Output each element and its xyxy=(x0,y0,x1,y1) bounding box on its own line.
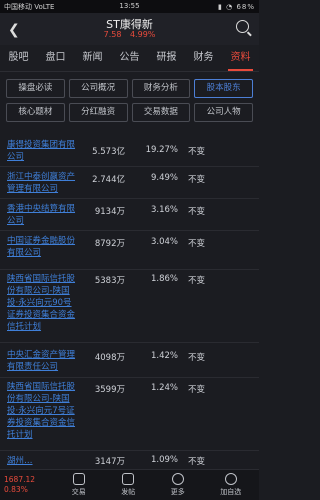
table-row[interactable]: 浙江中泰创赢资产管理有限公司 2.744亿 9.49% 不变 xyxy=(0,167,259,199)
trade-button[interactable]: 交易 xyxy=(72,473,86,497)
tab-announcements[interactable]: 公告 xyxy=(111,45,148,71)
clock: 13:55 xyxy=(119,2,140,10)
holder-amount: 3147万 xyxy=(94,457,125,467)
subtab-shareholders[interactable]: 股本股东 xyxy=(194,79,253,98)
holder-pct: 9.49% xyxy=(150,173,178,183)
holder-change: 不变 xyxy=(188,207,206,217)
add-watchlist-icon xyxy=(224,473,237,485)
stock-quote: 7.58 4.99% xyxy=(0,30,259,39)
holder-pct: 1.42% xyxy=(150,351,178,361)
holder-change: 不变 xyxy=(188,385,206,395)
subtab-dividends[interactable]: 分红融资 xyxy=(68,103,128,122)
post-label: 发帖 xyxy=(121,488,136,496)
table-row[interactable]: 中国证券金融股份有限公司 8792万 3.04% 不变 xyxy=(0,231,259,270)
subtab-company-overview[interactable]: 公司概况 xyxy=(68,79,128,98)
table-row[interactable]: 中央汇金资产管理有限责任公司 4098万 1.42% 不变 xyxy=(0,343,259,378)
holder-name[interactable]: 康得投资集团有限公司 xyxy=(7,139,77,163)
subtab-trading-data[interactable]: 交易数据 xyxy=(131,103,191,122)
index-ticker[interactable]: 1687.12 0.83% xyxy=(0,475,54,495)
subtab-people[interactable]: 公司人物 xyxy=(194,103,253,122)
index-change: 0.83% xyxy=(4,485,28,494)
trade-label: 交易 xyxy=(71,488,86,496)
holder-change: 不变 xyxy=(188,147,206,157)
post-icon xyxy=(122,473,135,485)
holder-amount: 8792万 xyxy=(94,239,125,249)
holder-name[interactable]: 陕西省国际信托股份有限公司-陕国投·永兴向元90号证券投资集合资金信托计划 xyxy=(7,273,77,333)
post-button[interactable]: 发帖 xyxy=(121,473,135,497)
main-tabs: 股吧 盘口 新闻 公告 研报 财务 资料 xyxy=(0,45,259,72)
holder-change: 不变 xyxy=(188,276,206,286)
holder-name[interactable]: 中国证券金融股份有限公司 xyxy=(7,235,77,259)
table-row[interactable]: 香港中央结算有限公司 9134万 3.16% 不变 xyxy=(0,199,259,231)
table-row[interactable]: 陕西省国际信托股份有限公司-陕国投·永兴向元90号证券投资集合资金信托计划 53… xyxy=(0,270,259,343)
add-watchlist-label: 加自选 xyxy=(220,488,242,496)
holder-amount: 4098万 xyxy=(94,353,125,363)
table-row[interactable]: 湖州… 3147万 1.09% 不变 xyxy=(0,451,259,471)
index-value: 1687.12 xyxy=(4,475,36,484)
holder-change: 不变 xyxy=(188,239,206,249)
stock-header: ❮ ST康得新 7.58 4.99% xyxy=(0,13,259,45)
table-row[interactable]: 陕西省国际信托股份有限公司-陕国投·永兴向元7号证券投资集合资金信托计划 359… xyxy=(0,378,259,451)
holder-pct: 1.86% xyxy=(150,274,178,284)
more-icon xyxy=(171,473,184,485)
stock-change-pct: 4.99% xyxy=(129,30,156,39)
tab-pankou[interactable]: 盘口 xyxy=(37,45,74,71)
holder-pct: 3.16% xyxy=(150,205,178,215)
more-label: 更多 xyxy=(170,488,185,496)
table-row[interactable]: 康得投资集团有限公司 5.573亿 19.27% 不变 xyxy=(0,136,259,167)
trade-icon xyxy=(72,473,85,485)
status-bar: 中国移动 VoLTE 13:55 ▮ ◔ 68% xyxy=(0,0,259,13)
bottom-nav: 交易 发帖 更多 加自选 xyxy=(54,473,259,497)
holder-pct: 19.27% xyxy=(145,145,178,155)
tab-news[interactable]: 新闻 xyxy=(74,45,111,71)
holder-amount: 5383万 xyxy=(94,276,125,286)
holder-amount: 3599万 xyxy=(94,385,125,395)
holder-pct: 1.24% xyxy=(150,383,178,393)
holder-change: 不变 xyxy=(188,457,206,467)
more-button[interactable]: 更多 xyxy=(171,473,185,497)
stock-price: 7.58 xyxy=(103,30,122,39)
subtab-must-read[interactable]: 操盘必读 xyxy=(6,79,65,98)
holder-pct: 3.04% xyxy=(150,237,178,247)
shareholder-table: 康得投资集团有限公司 5.573亿 19.27% 不变 浙江中泰创赢资产管理有限… xyxy=(0,136,259,471)
holder-name[interactable]: 陕西省国际信托股份有限公司-陕国投·永兴向元7号证券投资集合资金信托计划 xyxy=(7,381,77,441)
holder-amount: 5.573亿 xyxy=(92,147,125,157)
holder-name[interactable]: 中央汇金资产管理有限责任公司 xyxy=(7,349,77,373)
holder-change: 不变 xyxy=(188,353,206,363)
holder-change: 不变 xyxy=(188,175,206,185)
tab-research[interactable]: 研报 xyxy=(148,45,185,71)
holder-pct: 1.09% xyxy=(150,455,178,465)
tab-guba[interactable]: 股吧 xyxy=(0,45,37,71)
tab-finance[interactable]: 财务 xyxy=(185,45,222,71)
add-watchlist-button[interactable]: 加自选 xyxy=(220,473,241,497)
subtab-core-themes[interactable]: 核心题材 xyxy=(6,103,65,122)
profile-subtabs: 操盘必读 公司概况 财务分析 股本股东 核心题材 分红融资 交易数据 公司人物 xyxy=(0,72,259,124)
holder-name[interactable]: 湖州… xyxy=(7,455,77,467)
search-icon[interactable] xyxy=(236,20,249,33)
bottom-bar: 1687.12 0.83% 交易 发帖 更多 加自选 xyxy=(0,469,259,500)
holder-name[interactable]: 浙江中泰创赢资产管理有限公司 xyxy=(7,171,77,195)
holder-amount: 9134万 xyxy=(94,207,125,217)
holder-amount: 2.744亿 xyxy=(92,175,125,185)
holder-name[interactable]: 香港中央结算有限公司 xyxy=(7,203,77,227)
tab-profile[interactable]: 资料 xyxy=(222,45,259,71)
subtab-financial-analysis[interactable]: 财务分析 xyxy=(131,79,191,98)
